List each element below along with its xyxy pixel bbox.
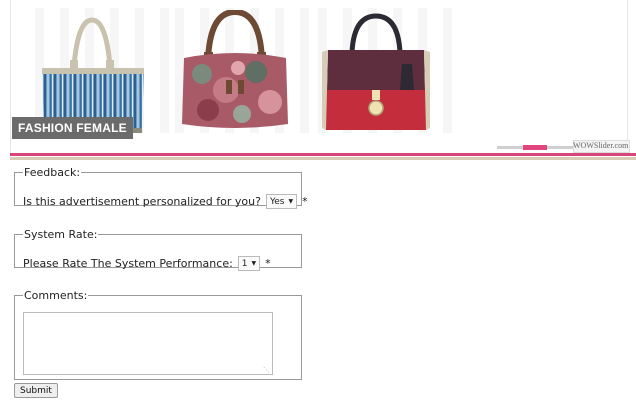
feedback-row: Is this advertisement personalized for y… <box>23 194 308 209</box>
feedback-fieldset: Feedback: Is this advertisement personal… <box>14 166 308 209</box>
system-rate-question: Please Rate The System Performance: <box>23 257 233 270</box>
watermark-text[interactable]: WOWSlider.com <box>573 141 628 150</box>
system-rate-select-value: 1 <box>241 258 248 269</box>
comments-fieldset: Comments: ⋱ <box>14 289 302 380</box>
system-rate-legend: System Rate: <box>24 228 98 241</box>
required-mark: * <box>302 195 308 208</box>
system-rate-select[interactable]: 1 ▼ <box>237 256 261 271</box>
slide-caption: FASHION FEMALE <box>12 117 133 139</box>
slider-border-right <box>627 0 628 153</box>
feedback-legend: Feedback: <box>24 166 81 179</box>
resize-grip-icon[interactable]: ⋱ <box>263 366 270 374</box>
system-rate-fieldset: System Rate: Please Rate The System Perf… <box>14 228 302 271</box>
feedback-select-value: Yes <box>269 196 285 207</box>
divider-pink <box>10 153 636 156</box>
required-mark: * <box>265 257 271 270</box>
burgundy-red-handbag-image[interactable] <box>320 12 432 134</box>
slider-progress-indicator[interactable] <box>523 145 547 150</box>
chevron-down-icon: ▼ <box>288 198 294 205</box>
comments-textarea[interactable]: ⋱ <box>23 312 273 375</box>
system-rate-row: Please Rate The System Performance: 1 ▼ … <box>23 256 271 271</box>
feedback-select[interactable]: Yes ▼ <box>265 194 298 209</box>
submit-button[interactable]: Submit <box>14 383 58 398</box>
floral-handbag-image[interactable] <box>178 10 292 132</box>
comments-legend: Comments: <box>24 289 88 302</box>
image-slider[interactable]: FASHION FEMALE WOWSlider.com <box>0 0 636 153</box>
feedback-question: Is this advertisement personalized for y… <box>23 195 261 208</box>
divider-tan <box>10 157 636 160</box>
slider-border-left <box>10 0 11 153</box>
chevron-down-icon: ▼ <box>251 260 257 267</box>
